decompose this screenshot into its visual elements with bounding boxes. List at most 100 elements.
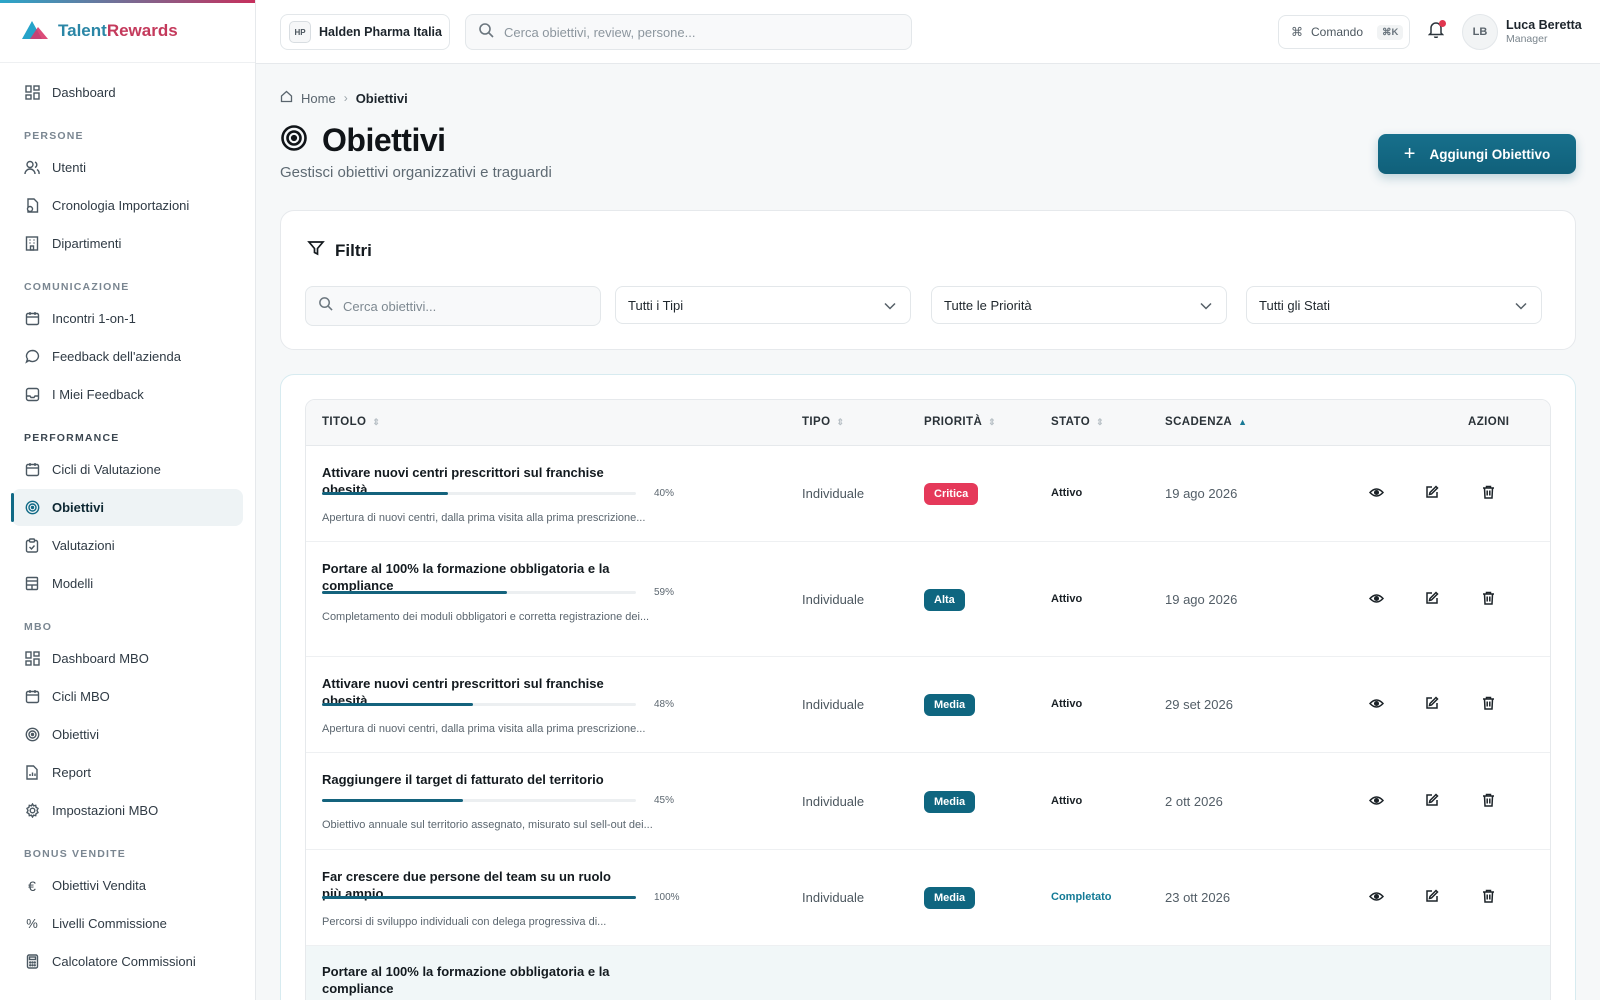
objective-description: Obiettivo annuale sul territorio assegna… <box>322 819 653 831</box>
delete-button[interactable] <box>1479 485 1497 503</box>
sidebar-item-label: Dashboard <box>52 85 116 100</box>
due-date: 29 set 2026 <box>1165 697 1233 712</box>
sidebar-item-label: Cronologia Importazioni <box>52 198 190 213</box>
status-select[interactable]: Tutti gli Stati <box>1246 286 1542 324</box>
progress-bar-fill <box>322 492 448 495</box>
table-row[interactable]: Raggiungere il target di fatturato del t… <box>306 753 1550 850</box>
table-header: TITOLO ⇕ TIPO ⇕ PRIORITÀ ⇕ STATO ⇕ SCADENZA ▲… <box>306 400 1550 446</box>
eye-icon <box>1368 591 1384 609</box>
command-shortcut: ⌘K <box>1377 24 1404 40</box>
breadcrumb-home[interactable]: Home <box>301 91 336 106</box>
table-row[interactable]: Far crescere due persone del team su un … <box>306 850 1550 946</box>
sidebar-item-bonus-vendite-obiettivi-vendita[interactable]: € Obiettivi Vendita <box>12 867 243 904</box>
table-row[interactable]: Portare al 100% la formazione obbligator… <box>306 946 1550 1000</box>
global-search-input[interactable] <box>504 24 884 40</box>
global-search[interactable] <box>465 14 912 50</box>
edit-button[interactable] <box>1423 590 1441 610</box>
edit-button[interactable] <box>1423 695 1441 714</box>
chevron-down-icon <box>884 298 896 313</box>
column-title-label: TITOLO <box>322 416 367 428</box>
filters-title: Filtri <box>307 239 372 262</box>
objective-search[interactable] <box>305 286 601 326</box>
sidebar-item-mbo-dashboard-mbo[interactable]: Dashboard MBO <box>12 640 243 677</box>
sidebar-item-mbo-obiettivi[interactable]: Obiettivi <box>12 716 243 753</box>
building-icon <box>24 236 40 252</box>
sidebar-item-dashboard[interactable]: Dashboard <box>12 74 243 111</box>
objectives-table-card: TITOLO ⇕ TIPO ⇕ PRIORITÀ ⇕ STATO ⇕ SCADENZA ▲… <box>280 374 1576 1000</box>
sidebar-item-mbo-report[interactable]: Report <box>12 754 243 791</box>
sidebar-item-comunicazione-i-miei-feedback[interactable]: I Miei Feedback <box>12 376 243 413</box>
sidebar-section-comunicazione: COMUNICAZIONE <box>24 281 130 293</box>
delete-button[interactable] <box>1479 696 1497 714</box>
users-icon <box>24 160 40 176</box>
column-header-status[interactable]: STATO ⇕ <box>1051 416 1104 428</box>
edit-button[interactable] <box>1423 888 1441 907</box>
sidebar-item-bonus-vendite-livelli-commissione[interactable]: % Livelli Commissione <box>12 905 243 942</box>
priority-select[interactable]: Tutte le Priorità <box>931 286 1227 324</box>
table-row[interactable]: Portare al 100% la formazione obbligator… <box>306 542 1550 657</box>
view-button[interactable] <box>1367 793 1385 811</box>
objective-type: Individuale <box>802 697 865 712</box>
objective-description: Apertura di nuovi centri, dalla prima vi… <box>322 723 646 735</box>
notifications-button[interactable] <box>1424 20 1448 44</box>
view-button[interactable] <box>1367 591 1385 609</box>
edit-button[interactable] <box>1423 792 1441 811</box>
progress-bar-fill <box>322 591 508 594</box>
sidebar-item-mbo-impostazioni-mbo[interactable]: Impostazioni MBO <box>12 792 243 829</box>
progress-percent: 100% <box>654 892 680 903</box>
status-text: Attivo <box>1051 487 1083 499</box>
view-button[interactable] <box>1367 696 1385 714</box>
status-text: Completato <box>1051 891 1112 903</box>
add-objective-button[interactable]: + Aggiungi Obiettivo <box>1378 134 1576 174</box>
sidebar-item-persone-cronologia-importazioni[interactable]: Cronologia Importazioni <box>12 187 243 224</box>
brand-name: TalentRewards <box>58 21 178 41</box>
command-button[interactable]: ⌘ Comando ⌘K <box>1278 15 1410 49</box>
search-icon <box>318 296 333 316</box>
objective-type: Individuale <box>802 592 865 607</box>
type-select[interactable]: Tutti i Tipi <box>615 286 911 324</box>
progress-percent: 59% <box>654 587 675 598</box>
status-text: Attivo <box>1051 698 1083 710</box>
sidebar-nav: Dashboard PERSONE Utenti Cronologia Import… <box>0 63 255 980</box>
company-switcher[interactable]: HP Halden Pharma Italia <box>280 14 450 50</box>
main-content: Home › Obiettivi Obiettivi Gestisci obie… <box>256 64 1600 1000</box>
column-header-title[interactable]: TITOLO ⇕ <box>322 416 380 428</box>
column-status-label: STATO <box>1051 416 1091 428</box>
sidebar-item-bonus-vendite-calcolatore-commissioni[interactable]: Calcolatore Commissioni <box>12 943 243 980</box>
search-icon <box>478 22 494 43</box>
due-date: 2 ott 2026 <box>1165 794 1223 809</box>
target-icon <box>24 500 40 516</box>
sidebar-item-comunicazione-incontri-1-on-1[interactable]: Incontri 1-on-1 <box>12 300 243 337</box>
delete-button[interactable] <box>1479 591 1497 609</box>
delete-button[interactable] <box>1479 793 1497 811</box>
column-header-due[interactable]: SCADENZA ▲ <box>1165 416 1247 428</box>
chevron-down-icon <box>1200 298 1212 313</box>
edit-icon <box>1425 590 1439 610</box>
column-header-priority[interactable]: PRIORITÀ ⇕ <box>924 416 996 428</box>
notification-dot <box>1439 20 1446 27</box>
table-row[interactable]: Attivare nuovi centri prescrittori sul f… <box>306 657 1550 753</box>
objective-description: Completamento dei moduli obbligatori e c… <box>322 611 650 623</box>
template-icon <box>24 576 40 592</box>
view-button[interactable] <box>1367 485 1385 503</box>
table-row[interactable]: Attivare nuovi centri prescrittori sul f… <box>306 446 1550 542</box>
sidebar-item-performance-modelli[interactable]: Modelli <box>12 565 243 602</box>
sidebar-item-persone-utenti[interactable]: Utenti <box>12 149 243 186</box>
sidebar-item-performance-valutazioni[interactable]: Valutazioni <box>12 527 243 564</box>
view-button[interactable] <box>1367 889 1385 907</box>
sidebar-item-performance-cicli-di-valutazione[interactable]: Cicli di Valutazione <box>12 451 243 488</box>
sidebar-item-label: Obiettivi Vendita <box>52 878 146 893</box>
eye-icon <box>1368 889 1384 907</box>
edit-button[interactable] <box>1423 484 1441 503</box>
delete-button[interactable] <box>1479 889 1497 907</box>
sidebar-item-persone-dipartimenti[interactable]: Dipartimenti <box>12 225 243 262</box>
sidebar-item-performance-obiettivi[interactable]: Obiettivi <box>11 489 243 526</box>
avatar[interactable]: LB <box>1462 14 1498 50</box>
objective-type: Individuale <box>802 794 865 809</box>
column-header-type[interactable]: TIPO ⇕ <box>802 416 844 428</box>
sidebar-item-mbo-cicli-mbo[interactable]: Cicli MBO <box>12 678 243 715</box>
brand[interactable]: TalentRewards <box>0 0 255 63</box>
objective-search-input[interactable] <box>343 298 583 314</box>
user-info[interactable]: Luca Beretta Manager <box>1506 18 1582 45</box>
sidebar-item-comunicazione-feedback-dell-azienda[interactable]: Feedback dell'azienda <box>12 338 243 375</box>
